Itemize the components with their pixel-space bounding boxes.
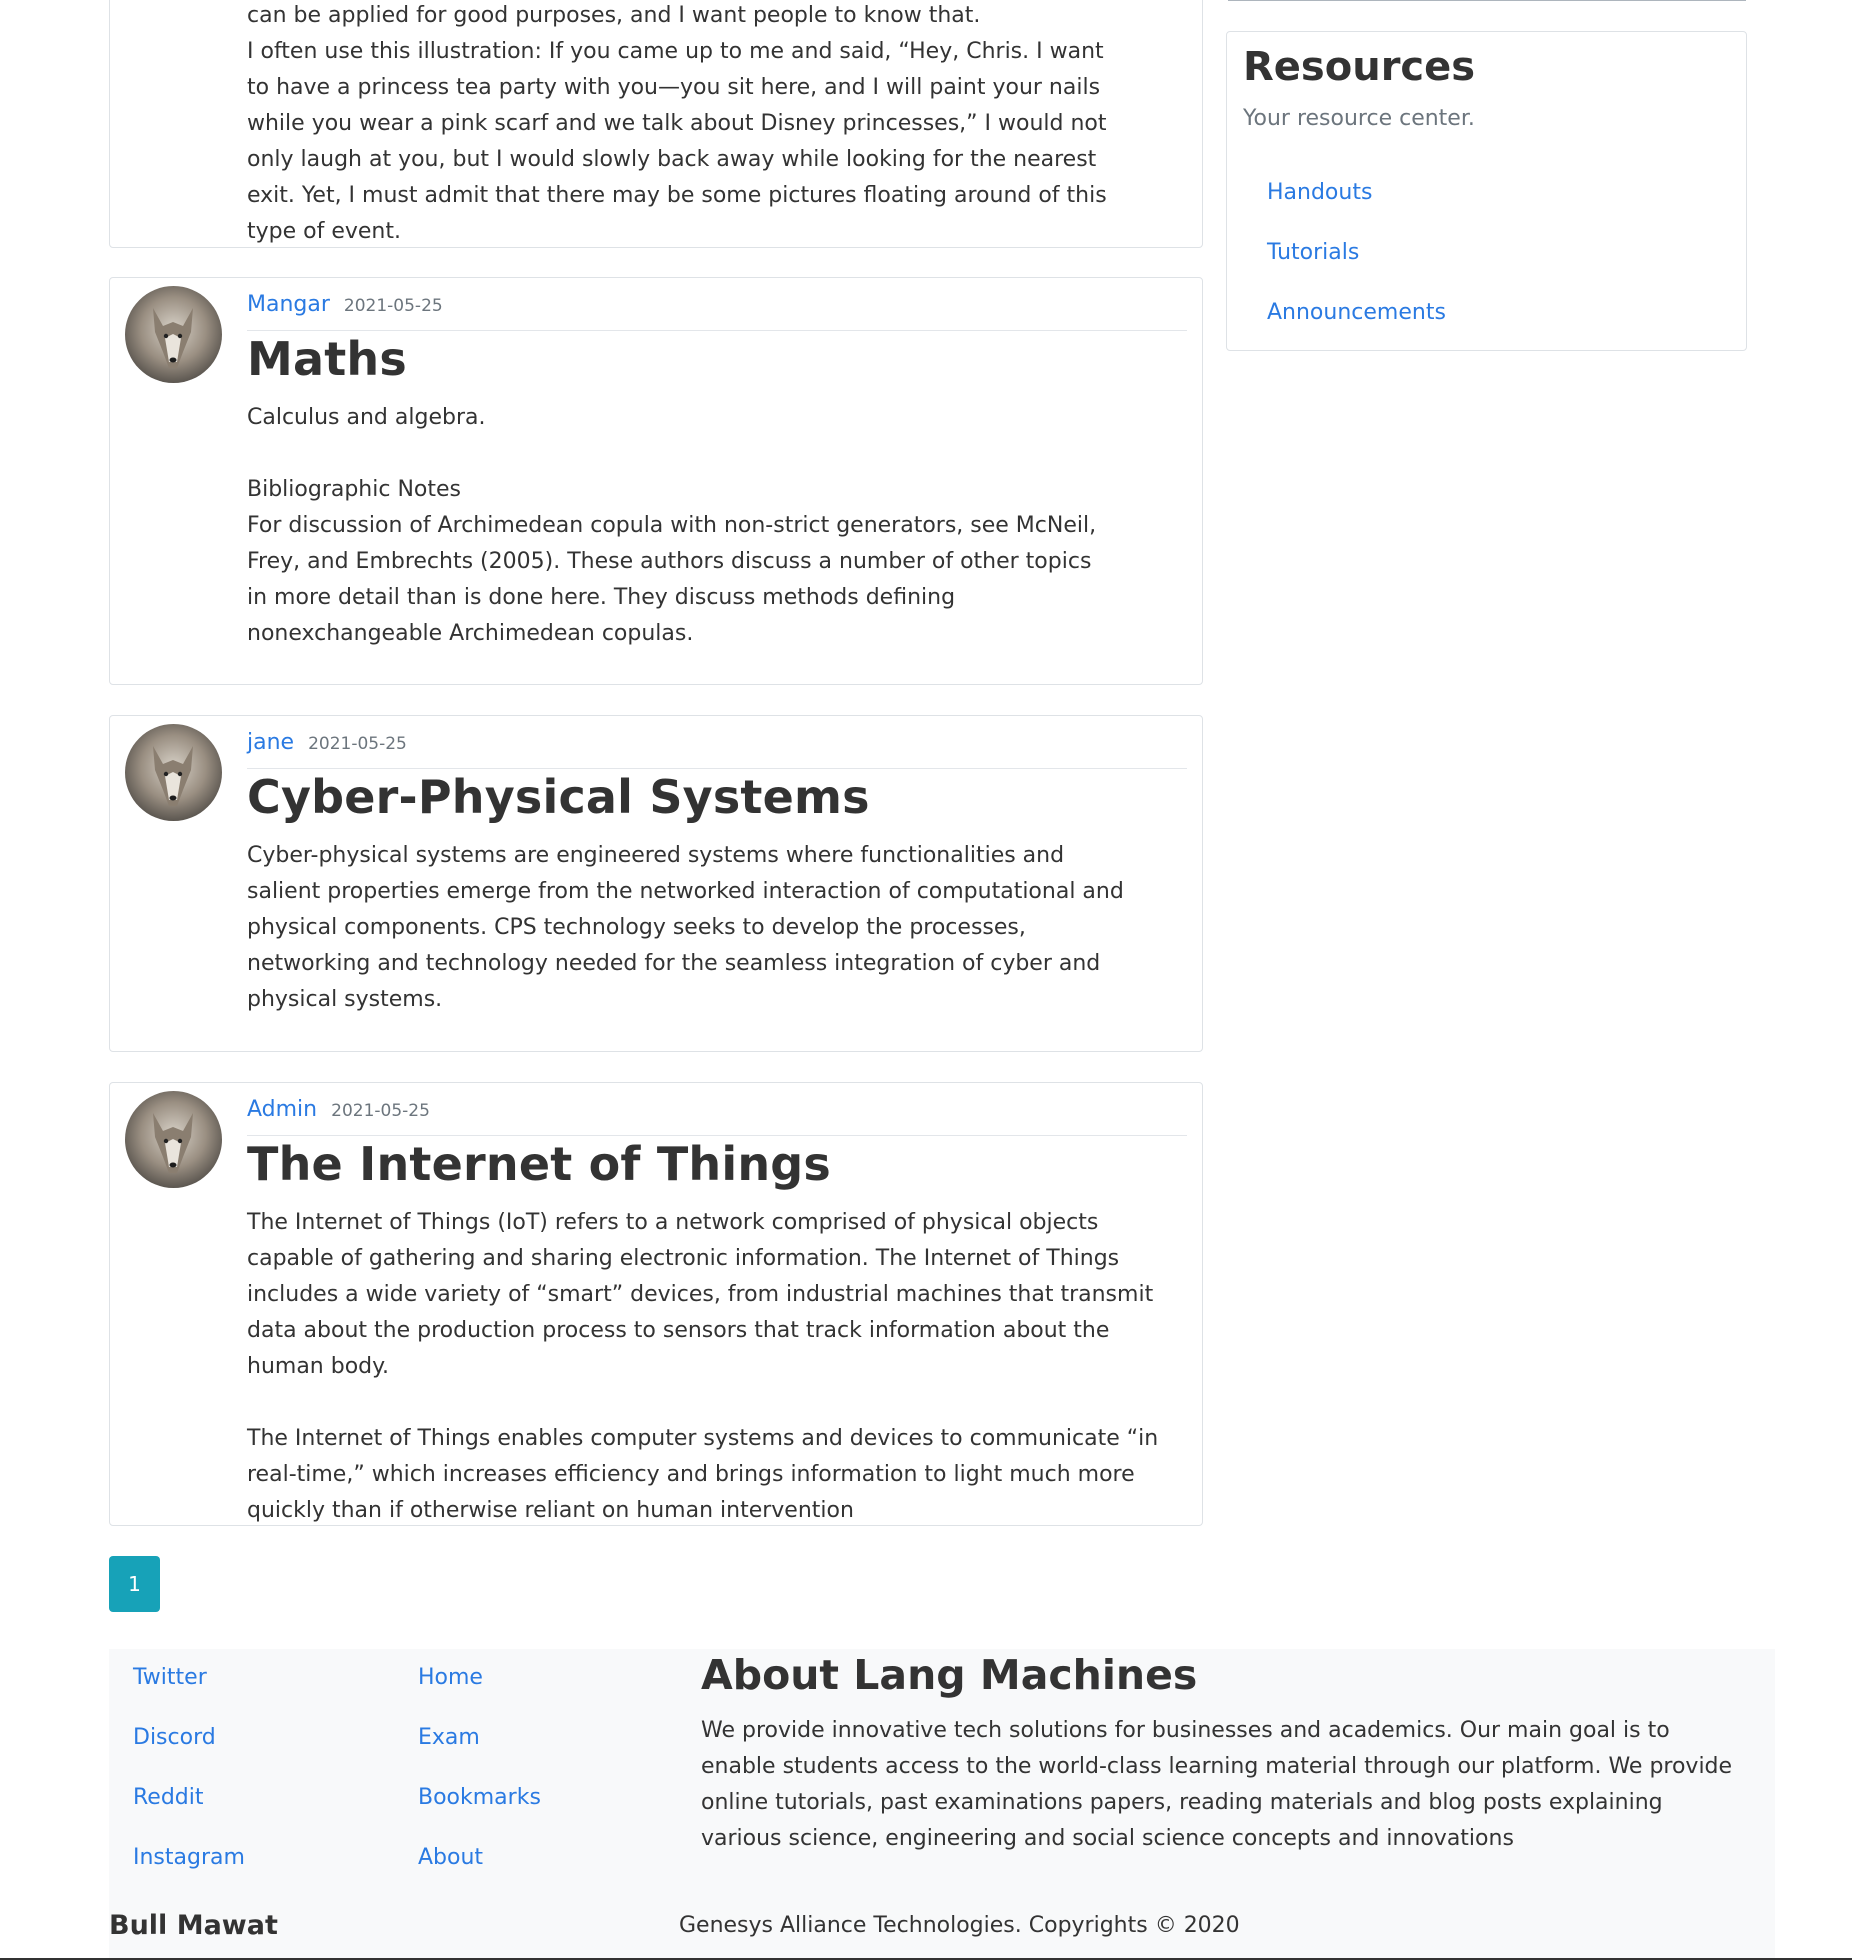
- post-meta: Admin 2021-05-25: [247, 1097, 1187, 1136]
- paragraph-spacer: [247, 436, 1107, 472]
- post-body: The Internet of Things (IoT) refers to a…: [247, 1205, 1187, 1529]
- post-paragraph: For discussion of Archimedean copula wit…: [247, 513, 1097, 646]
- footer-link-twitter[interactable]: Twitter: [133, 1665, 207, 1690]
- pagination-page-button[interactable]: 1: [109, 1556, 160, 1612]
- about-text: We provide innovative tech solutions for…: [701, 1718, 1733, 1851]
- post-meta: jane 2021-05-25: [247, 730, 1187, 769]
- post-body: can be applied for good purposes, and I …: [247, 0, 1187, 250]
- footer-link-instagram[interactable]: Instagram: [133, 1845, 245, 1870]
- post-date: 2021-05-25: [331, 1101, 430, 1121]
- author-link[interactable]: Admin: [247, 1097, 317, 1122]
- post-paragraph: The Internet of Things enables computer …: [247, 1426, 1159, 1523]
- wolf-avatar-icon: [153, 746, 193, 806]
- resources-subtitle: Your resource center.: [1243, 106, 1475, 131]
- resource-link-tutorials[interactable]: Tutorials: [1267, 240, 1359, 265]
- footer-brand: Bull Mawat: [109, 1910, 278, 1941]
- post-paragraph: can be applied for good purposes, and I …: [247, 3, 981, 28]
- wolf-avatar-icon: [153, 308, 193, 368]
- resources-title: Resources: [1243, 44, 1476, 90]
- post-paragraph: Cyber-physical systems are engineered sy…: [247, 843, 1124, 1012]
- about-title: About Lang Machines: [701, 1651, 1198, 1699]
- site-footer: Twitter Discord Reddit Instagram Home Ex…: [109, 1649, 1775, 1960]
- post-title[interactable]: Maths: [247, 332, 407, 386]
- post-card: Mangar 2021-05-25 Maths Calculus and alge…: [109, 277, 1203, 685]
- resources-panel: Resources Your resource center. Handouts…: [1226, 31, 1747, 351]
- post-title[interactable]: Cyber-Physical Systems: [247, 770, 870, 824]
- author-avatar[interactable]: [125, 724, 222, 821]
- post-date: 2021-05-25: [308, 734, 407, 754]
- post-paragraph: I often use this illustration: If you ca…: [247, 39, 1107, 244]
- post-paragraph: Calculus and algebra.: [247, 405, 486, 430]
- post-card: Admin 2021-05-25 The Internet of Things T…: [109, 1082, 1203, 1526]
- resource-link-announcements[interactable]: Announcements: [1267, 300, 1446, 325]
- author-link[interactable]: Mangar: [247, 292, 330, 317]
- paragraph-spacer: [247, 1385, 1187, 1421]
- post-paragraph: Bibliographic Notes: [247, 477, 461, 502]
- post-body: Calculus and algebra. Bibliographic Note…: [247, 400, 1107, 652]
- post-date: 2021-05-25: [343, 296, 443, 316]
- post-card: can be applied for good purposes, and I …: [109, 0, 1203, 248]
- post-body: Cyber-physical systems are engineered sy…: [247, 838, 1127, 1018]
- post-paragraph: The Internet of Things (IoT) refers to a…: [247, 1210, 1154, 1379]
- footer-link-reddit[interactable]: Reddit: [133, 1785, 204, 1810]
- post-card: jane 2021-05-25 Cyber-Physical Systems Cy…: [109, 715, 1203, 1052]
- footer-copyright: Genesys Alliance Technologies. Copyright…: [679, 1913, 1240, 1938]
- footer-link-exam[interactable]: Exam: [418, 1725, 480, 1750]
- footer-link-discord[interactable]: Discord: [133, 1725, 216, 1750]
- resource-link-handouts[interactable]: Handouts: [1267, 180, 1372, 205]
- footer-link-home[interactable]: Home: [418, 1665, 483, 1690]
- wolf-avatar-icon: [153, 1113, 193, 1173]
- sidebar-top-divider: [1228, 0, 1746, 1]
- post-title[interactable]: The Internet of Things: [247, 1137, 831, 1191]
- author-avatar[interactable]: [125, 1091, 222, 1188]
- author-link[interactable]: jane: [247, 730, 294, 755]
- post-meta: Mangar 2021-05-25: [247, 292, 1187, 331]
- footer-link-about[interactable]: About: [418, 1845, 483, 1870]
- author-avatar[interactable]: [125, 286, 222, 383]
- footer-link-bookmarks[interactable]: Bookmarks: [418, 1785, 541, 1810]
